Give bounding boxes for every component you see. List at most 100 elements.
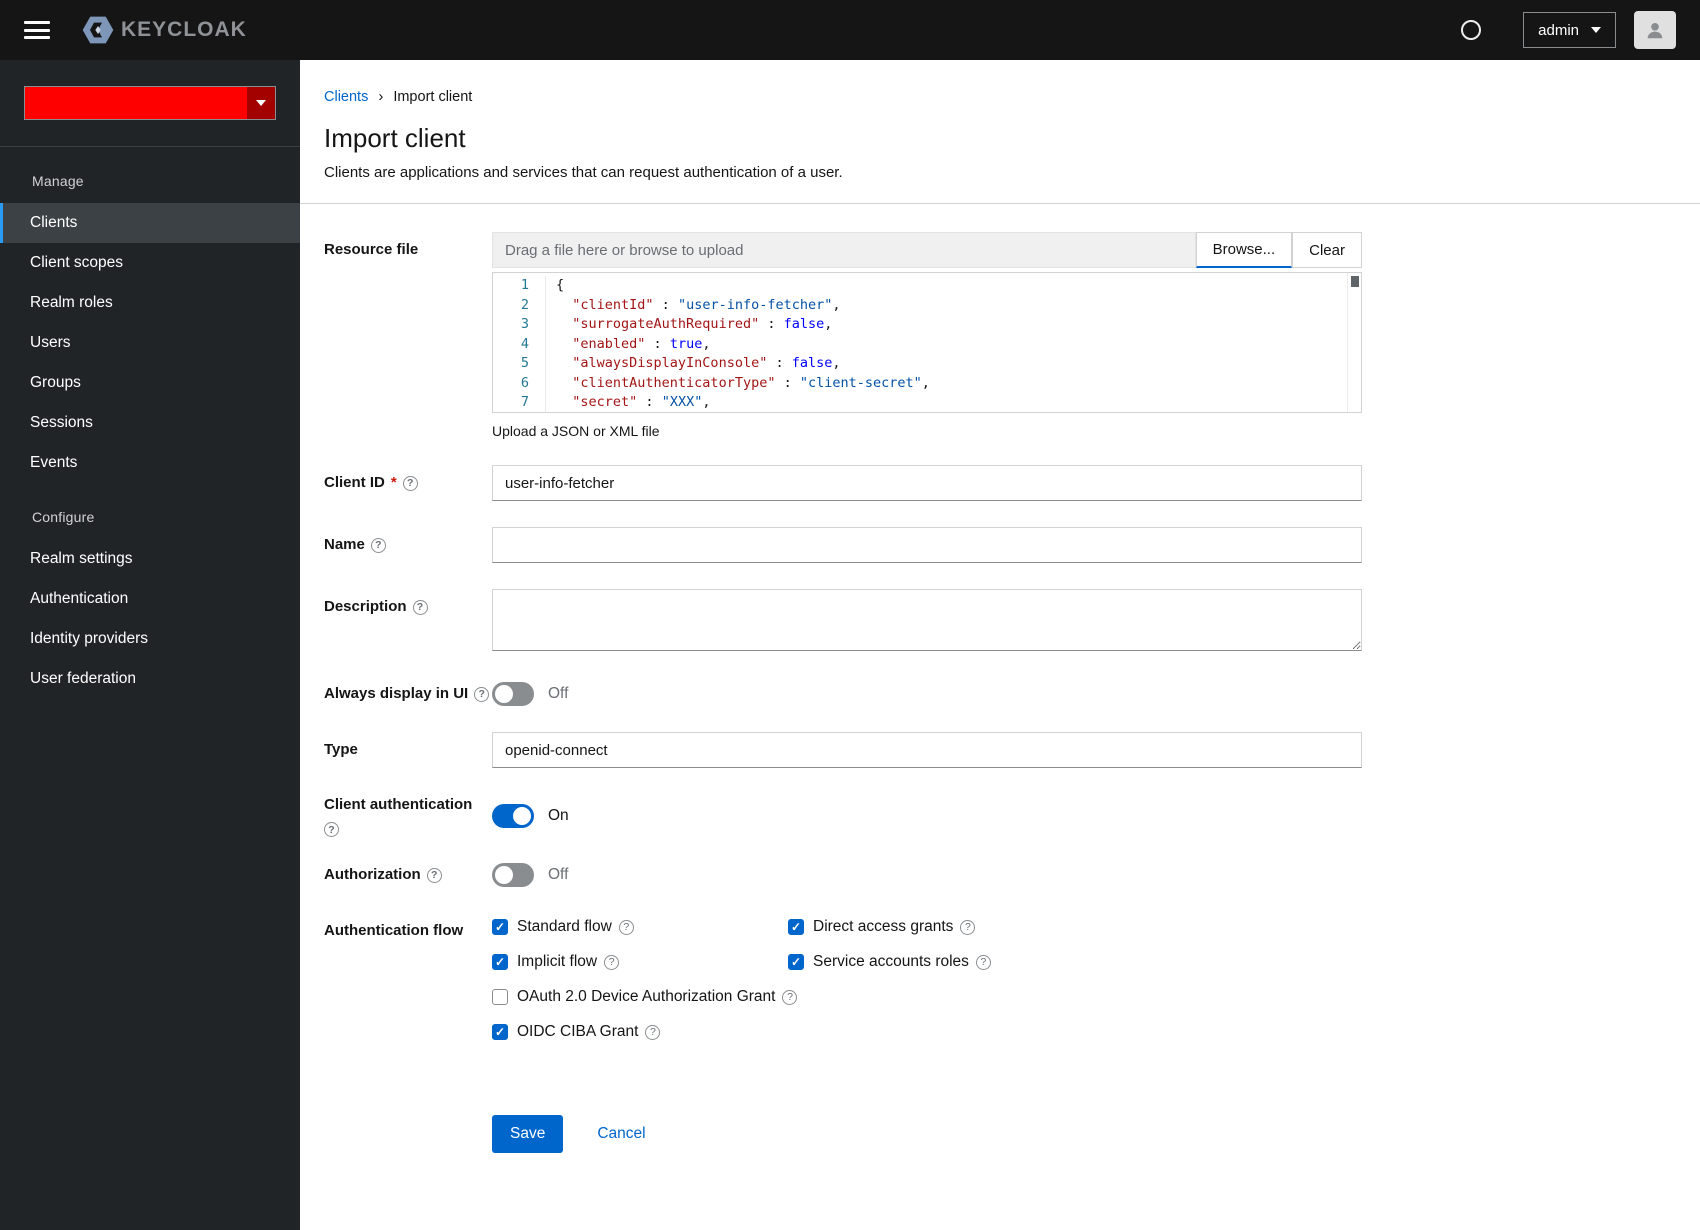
authorization-label: Authorization (324, 864, 492, 886)
auth-flow-options: Standard flow Direct access grants Implici… (492, 913, 1362, 1041)
file-upload-control: Drag a file here or browse to upload Bro… (492, 232, 1362, 268)
sidebar-item-realm-settings[interactable]: Realm settings (0, 539, 300, 579)
sidebar-item-sessions[interactable]: Sessions (0, 403, 300, 443)
client-authentication-row: Client authentication On (324, 794, 1676, 837)
description-textarea[interactable] (492, 589, 1362, 651)
nav-section-header-configure: Configure (32, 509, 95, 525)
line-number: 6 (520, 374, 529, 391)
help-icon[interactable] (426, 867, 442, 883)
realm-selector-dropdown[interactable] (24, 86, 276, 120)
hamburger-menu-icon[interactable] (24, 21, 50, 39)
file-upload-input[interactable]: Drag a file here or browse to upload (492, 232, 1196, 268)
form-actions-row: Save Cancel (324, 1067, 1676, 1153)
code-line: 1{ (493, 276, 1361, 296)
help-icon[interactable] (324, 822, 339, 837)
keycloak-brand: KEYCLOAK (82, 15, 247, 45)
code-line: 3 "surrogateAuthRequired" : false, (493, 315, 1361, 335)
editor-scrollbar[interactable] (1347, 273, 1361, 412)
checkbox-label: Implicit flow (517, 953, 598, 970)
help-icon[interactable] (960, 919, 976, 935)
always-display-label: Always display in UI (324, 683, 492, 705)
authflow-service-accounts-roles[interactable]: Service accounts roles (788, 953, 991, 971)
app: KEYCLOAK admin Manage Clients Client sco… (0, 0, 1700, 1230)
avatar[interactable] (1634, 11, 1676, 49)
description-label: Description (324, 589, 492, 656)
breadcrumb-clients-link[interactable]: Clients (324, 89, 368, 105)
auth-flow-checkbox-row: OAuth 2.0 Device Authorization Grant (492, 988, 1362, 1006)
toggle-track (492, 863, 534, 887)
authorization-toggle[interactable]: Off (492, 863, 1362, 887)
checkbox-checked-icon[interactable] (788, 919, 804, 935)
line-number: 3 (520, 316, 529, 332)
browse-button[interactable]: Browse... (1195, 232, 1293, 268)
chevron-right-icon: › (378, 88, 384, 105)
authflow-oidc-ciba-grant[interactable]: OIDC CIBA Grant (492, 1023, 661, 1041)
client-id-input[interactable] (492, 465, 1362, 501)
clear-button[interactable]: Clear (1292, 232, 1362, 268)
sidebar-item-identity-providers[interactable]: Identity providers (0, 619, 300, 659)
user-dropdown-label: admin (1538, 21, 1579, 39)
checkbox-checked-icon[interactable] (492, 1024, 508, 1040)
code-editor-lines: 1{2 "clientId" : "user-info-fetcher", 3 "… (493, 273, 1361, 412)
name-input[interactable] (492, 527, 1362, 563)
json-code-editor[interactable]: 1{2 "clientId" : "user-info-fetcher", 3 "… (492, 272, 1362, 413)
upload-helper-text: Upload a JSON or XML file (492, 423, 660, 439)
help-icon[interactable] (975, 954, 991, 970)
checkbox-checked-icon[interactable] (492, 919, 508, 935)
help-icon[interactable] (412, 599, 428, 615)
code-line: 2 "clientId" : "user-info-fetcher", (493, 295, 1361, 315)
always-display-row: Always display in UI Off (324, 682, 1676, 706)
user-dropdown[interactable]: admin (1523, 12, 1616, 48)
code-line: 6 "clientAuthenticatorType" : "client-se… (493, 373, 1361, 393)
description-row: Description (324, 589, 1676, 656)
chevron-down-icon (1591, 27, 1601, 33)
nav-group-configure: Configure Realm settings Authentication … (0, 483, 300, 699)
help-icon[interactable] (402, 475, 418, 491)
cancel-link[interactable]: Cancel (597, 1125, 645, 1143)
help-icon[interactable] (604, 954, 620, 970)
checkbox-unchecked-icon[interactable] (492, 989, 508, 1005)
help-icon[interactable] (370, 537, 386, 553)
help-icon[interactable] (618, 919, 634, 935)
type-row: Type (324, 732, 1676, 768)
toggle-state-label: On (548, 806, 569, 824)
always-display-toggle[interactable]: Off (492, 682, 1362, 706)
help-icon[interactable] (1461, 20, 1482, 40)
checkbox-label: OIDC CIBA Grant (517, 1023, 639, 1040)
import-client-form: Resource file Drag a file here or browse… (300, 204, 1700, 1193)
checkbox-checked-icon[interactable] (788, 954, 804, 970)
help-icon[interactable] (782, 989, 798, 1005)
authflow-implicit-flow[interactable]: Implicit flow (492, 953, 788, 971)
save-button[interactable]: Save (492, 1115, 564, 1153)
help-icon[interactable] (474, 686, 490, 702)
breadcrumb-current: Import client (393, 88, 473, 105)
sidebar-item-user-federation[interactable]: User federation (0, 659, 300, 699)
sidebar-item-authentication[interactable]: Authentication (0, 579, 300, 619)
nav-group-manage: Manage Clients Client scopes Realm roles… (0, 147, 300, 483)
type-input[interactable] (492, 732, 1362, 768)
page-title: Import client (324, 123, 466, 153)
sidebar-item-groups[interactable]: Groups (0, 363, 300, 403)
sidebar-item-users[interactable]: Users (0, 323, 300, 363)
authflow-direct-access-grants[interactable]: Direct access grants (788, 918, 976, 936)
help-icon[interactable] (645, 1024, 661, 1040)
sidebar-item-client-scopes[interactable]: Client scopes (0, 243, 300, 283)
realm-selector-area (0, 60, 300, 147)
toggle-track (492, 803, 534, 828)
page-header: Clients › Import client Import client Cl… (300, 60, 1700, 204)
name-row: Name (324, 527, 1676, 563)
keycloak-logo-icon (82, 16, 114, 44)
authflow-oauth-2-0-device-authorization-grant[interactable]: OAuth 2.0 Device Authorization Grant (492, 988, 798, 1006)
authflow-standard-flow[interactable]: Standard flow (492, 918, 788, 936)
client-authentication-toggle[interactable]: On (492, 803, 1362, 828)
file-upload-placeholder: Drag a file here or browse to upload (505, 241, 744, 259)
checkbox-checked-icon[interactable] (492, 954, 508, 970)
checkbox-label: OAuth 2.0 Device Authorization Grant (517, 988, 776, 1005)
sidebar-item-events[interactable]: Events (0, 443, 300, 483)
sidebar-item-realm-roles[interactable]: Realm roles (0, 283, 300, 323)
authentication-flow-row: Authentication flow Standard flow Direct … (324, 913, 1676, 1041)
toggle-track (492, 682, 534, 706)
line-number: 4 (520, 335, 529, 352)
editor-scrollbar-thumb[interactable] (1351, 276, 1359, 287)
sidebar-item-clients[interactable]: Clients (0, 203, 300, 243)
